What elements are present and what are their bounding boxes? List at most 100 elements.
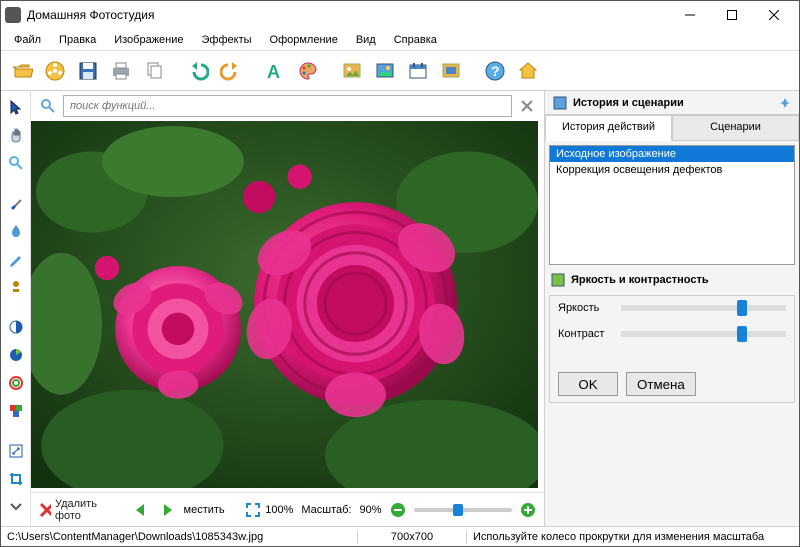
print-button[interactable] bbox=[106, 56, 136, 86]
history-item[interactable]: Коррекция освещения дефектов bbox=[550, 162, 794, 178]
pie-icon bbox=[8, 347, 24, 363]
tool-sidebar bbox=[1, 91, 31, 526]
app-window: Домашняя Фотостудия Файл Правка Изображе… bbox=[0, 0, 800, 547]
collage-button[interactable] bbox=[436, 56, 466, 86]
crop-icon bbox=[8, 471, 24, 487]
close-icon bbox=[769, 10, 779, 20]
copies-button[interactable] bbox=[139, 56, 169, 86]
contrast-icon bbox=[8, 319, 24, 335]
bc-panel-header: Яркость и контрастность bbox=[545, 269, 799, 291]
more-tool[interactable] bbox=[4, 495, 28, 519]
delete-photo-label: Удалить фото bbox=[55, 498, 108, 522]
close-button[interactable] bbox=[753, 2, 795, 28]
resize-tool[interactable] bbox=[4, 439, 28, 463]
catalog-button[interactable] bbox=[40, 56, 70, 86]
drop-tool[interactable] bbox=[4, 219, 28, 243]
menu-edit[interactable]: Правка bbox=[50, 32, 105, 48]
zoom-out-button[interactable] bbox=[390, 502, 406, 518]
history-list: Исходное изображение Коррекция освещения… bbox=[549, 145, 795, 265]
hand-tool[interactable] bbox=[4, 123, 28, 147]
status-path: C:\Users\ContentManager\Downloads\108534… bbox=[7, 531, 357, 543]
save-button[interactable] bbox=[73, 56, 103, 86]
pointer-tool[interactable] bbox=[4, 95, 28, 119]
prev-button[interactable] bbox=[132, 502, 150, 518]
brightness-label: Яркость bbox=[558, 302, 613, 314]
save-icon bbox=[77, 60, 99, 82]
bc-panel-title: Яркость и контрастность bbox=[571, 274, 709, 286]
menu-view[interactable]: Вид bbox=[347, 32, 385, 48]
menu-effects[interactable]: Эффекты bbox=[193, 32, 261, 48]
search-input[interactable] bbox=[63, 95, 512, 117]
menu-image[interactable]: Изображение bbox=[105, 32, 192, 48]
frames-icon bbox=[374, 60, 396, 82]
canvas-bottom-bar: Удалить фото местить 100% Масштаб: 90% bbox=[31, 492, 544, 526]
open-button[interactable] bbox=[7, 56, 37, 86]
redo-button[interactable] bbox=[216, 56, 246, 86]
pin-icon[interactable] bbox=[779, 97, 791, 109]
menu-file[interactable]: Файл bbox=[5, 32, 50, 48]
minimize-button[interactable] bbox=[669, 2, 711, 28]
move-label: местить bbox=[184, 504, 225, 516]
zoom-slider[interactable] bbox=[414, 508, 512, 512]
svg-text:?: ? bbox=[491, 63, 500, 79]
pencil-icon bbox=[8, 251, 24, 267]
stamp-tool[interactable] bbox=[4, 275, 28, 299]
cursor-icon bbox=[8, 99, 24, 115]
menu-help[interactable]: Справка bbox=[385, 32, 446, 48]
search-clear-button[interactable] bbox=[516, 95, 538, 117]
palette-icon bbox=[297, 60, 319, 82]
search-row bbox=[31, 91, 544, 121]
zoom-in-button[interactable] bbox=[520, 502, 536, 518]
brightness-contrast-box: Яркость Контраст OK Отмена bbox=[549, 295, 795, 403]
undo-button[interactable] bbox=[183, 56, 213, 86]
brightness-slider[interactable] bbox=[621, 305, 786, 311]
text-button[interactable]: A bbox=[260, 56, 290, 86]
contrast-thumb[interactable] bbox=[737, 326, 747, 342]
help-button[interactable]: ? bbox=[480, 56, 510, 86]
text-a-icon: A bbox=[264, 60, 286, 82]
slideshow-button[interactable] bbox=[337, 56, 367, 86]
brush-icon bbox=[8, 195, 24, 211]
home-icon bbox=[517, 60, 539, 82]
tab-scenarios[interactable]: Сценарии bbox=[672, 115, 799, 141]
main-toolbar: A ? bbox=[1, 51, 799, 91]
zoom-slider-thumb[interactable] bbox=[453, 504, 463, 516]
photo-content bbox=[31, 121, 538, 488]
undo-icon bbox=[187, 60, 209, 82]
tab-history[interactable]: История действий bbox=[545, 115, 672, 141]
ok-button[interactable]: OK bbox=[558, 372, 618, 396]
search-icon bbox=[37, 95, 59, 117]
redo-icon bbox=[220, 60, 242, 82]
picture-icon bbox=[341, 60, 363, 82]
folder-open-icon bbox=[11, 60, 33, 82]
cancel-button[interactable]: Отмена bbox=[626, 372, 696, 396]
contrast-slider[interactable] bbox=[621, 331, 786, 337]
palette-button[interactable] bbox=[293, 56, 323, 86]
fit-icon bbox=[245, 502, 261, 518]
history-item[interactable]: Исходное изображение bbox=[550, 146, 794, 162]
pen-tool[interactable] bbox=[4, 247, 28, 271]
delete-photo-button[interactable]: Удалить фото bbox=[39, 498, 108, 522]
contrast-tool[interactable] bbox=[4, 315, 28, 339]
home-button[interactable] bbox=[513, 56, 543, 86]
levels-tool[interactable] bbox=[4, 343, 28, 367]
next-button[interactable] bbox=[158, 502, 176, 518]
frames-button[interactable] bbox=[370, 56, 400, 86]
calendar-button[interactable] bbox=[403, 56, 433, 86]
maximize-button[interactable] bbox=[711, 2, 753, 28]
brightness-thumb[interactable] bbox=[737, 300, 747, 316]
crop-tool[interactable] bbox=[4, 467, 28, 491]
image-canvas[interactable] bbox=[31, 121, 538, 488]
status-hint: Используйте колесо прокрутки для изменен… bbox=[467, 531, 793, 543]
hue-tool[interactable] bbox=[4, 371, 28, 395]
brush-tool[interactable] bbox=[4, 191, 28, 215]
zoom-tool[interactable] bbox=[4, 151, 28, 175]
zoom-value: 90% bbox=[359, 504, 381, 516]
fit-button[interactable]: 100% bbox=[245, 502, 293, 518]
window-title: Домашняя Фотостудия bbox=[27, 8, 669, 22]
resize-icon bbox=[8, 443, 24, 459]
rgb-tool[interactable] bbox=[4, 399, 28, 423]
x-icon bbox=[521, 100, 533, 112]
plus-icon bbox=[520, 502, 536, 518]
menu-decor[interactable]: Оформление bbox=[261, 32, 347, 48]
